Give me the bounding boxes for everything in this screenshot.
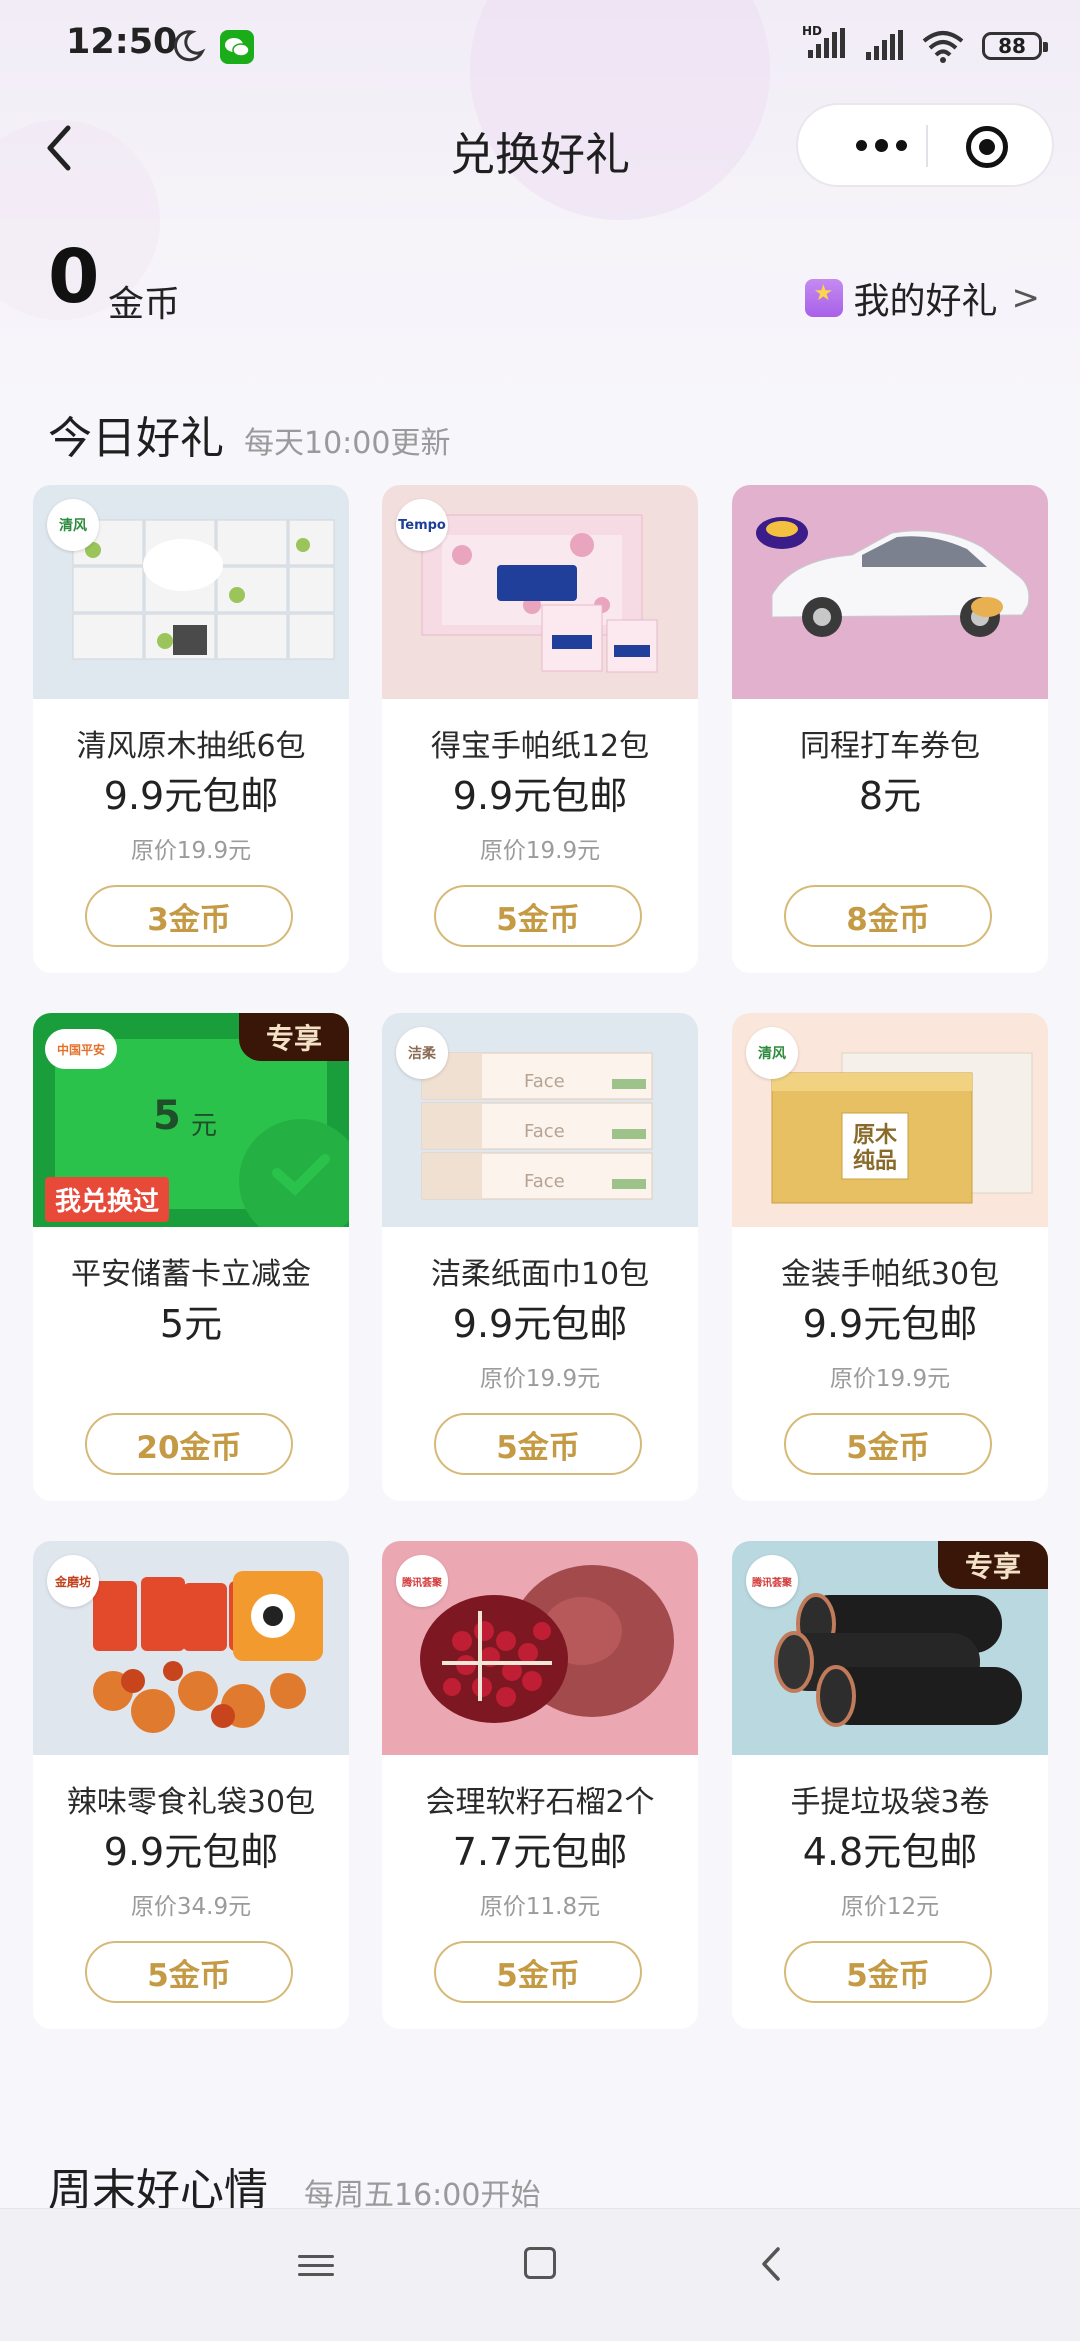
redeem-button[interactable]: 5金币: [434, 1941, 642, 2003]
gift-icon: [805, 279, 844, 317]
product-card[interactable]: Face Face Face 洁柔 洁柔纸面巾10包 9.9元包邮 原价19.9…: [382, 1013, 698, 1501]
package-label: Face: [524, 1121, 565, 1142]
product-price: 9.9元包邮: [103, 1830, 279, 1874]
product-name: 洁柔纸面巾10包: [430, 1257, 650, 1292]
product-name: 会理软籽石榴2个: [425, 1785, 655, 1820]
product-price: 4.8元包邮: [802, 1830, 978, 1874]
redeem-button[interactable]: 5金币: [85, 1941, 293, 2003]
system-nav-bar: [0, 2208, 1080, 2341]
original-price: 原价19.9元: [479, 838, 601, 864]
exclusive-badge: 专享: [938, 1541, 1048, 1589]
redeem-button[interactable]: 5金币: [784, 1941, 992, 2003]
brand-logo: 腾讯荟聚: [396, 1555, 448, 1607]
product-name: 手提垃圾袋3卷: [790, 1785, 990, 1820]
product-image: 清风: [33, 485, 349, 699]
battery-icon: 88: [982, 32, 1048, 60]
product-image: 腾讯荟聚: [382, 1541, 698, 1755]
package-label: Face: [524, 1071, 565, 1092]
product-price: 9.9元包邮: [452, 1302, 628, 1346]
original-price: 原价19.9元: [829, 1366, 951, 1392]
exclusive-badge: 专享: [239, 1013, 349, 1061]
product-card[interactable]: 腾讯荟聚 会理软籽石榴2个 7.7元包邮 原价11.8元 5金币: [382, 1541, 698, 2029]
brand-logo: 腾讯荟聚: [746, 1555, 798, 1607]
product-name: 金装手帕纸30包: [780, 1257, 1000, 1292]
product-image: 5 元 中国平安 我兑换过 专享: [33, 1013, 349, 1227]
product-name: 辣味零食礼袋30包: [66, 1785, 316, 1820]
product-image: Face Face Face 洁柔: [382, 1013, 698, 1227]
original-price: 原价34.9元: [130, 1894, 252, 1920]
brand-logo: 清风: [746, 1027, 798, 1079]
product-image: [732, 485, 1048, 699]
product-image: Tempo: [382, 485, 698, 699]
product-price: 9.9元包邮: [103, 774, 279, 818]
back-icon[interactable]: [752, 2239, 792, 2289]
product-card[interactable]: 腾讯荟聚 专享 手提垃圾袋3卷 4.8元包邮 原价12元 5金币: [732, 1541, 1048, 2029]
product-card[interactable]: 金磨坊 辣味零食礼袋30包 9.9元包邮 原价34.9元 5金币: [33, 1541, 349, 2029]
capsule-divider: [926, 125, 928, 167]
target-close-icon[interactable]: [966, 126, 1008, 168]
my-gifts-label: 我的好礼: [853, 281, 998, 322]
moon-icon: [173, 30, 206, 62]
product-card[interactable]: Tempo 得宝手帕纸12包 9.9元包邮 原价19.9元 5金币: [382, 485, 698, 973]
section-subtitle-today: 每天10:00更新: [244, 426, 451, 461]
voucher-amount: 5: [153, 1093, 181, 1139]
package-label: Face: [524, 1171, 565, 1192]
mini-program-capsule: [796, 103, 1054, 187]
product-image: 腾讯荟聚 专享: [732, 1541, 1048, 1755]
coins-unit: 金币: [108, 284, 181, 325]
package-label: 原木纯品: [852, 1123, 897, 1174]
redeem-button[interactable]: 5金币: [784, 1413, 992, 1475]
voucher-unit: 元: [191, 1111, 218, 1141]
status-time: 12:50: [66, 22, 178, 62]
product-image: 金磨坊: [33, 1541, 349, 1755]
signal-icon: HD: [802, 24, 848, 64]
product-name: 得宝手帕纸12包: [430, 729, 650, 764]
redeem-button[interactable]: 5金币: [434, 1413, 642, 1475]
chevron-right-icon: >: [1011, 278, 1041, 318]
brand-logo: 洁柔: [396, 1027, 448, 1079]
product-price: 9.9元包邮: [452, 774, 628, 818]
redeemed-tag: 我兑换过: [45, 1177, 170, 1222]
section-title-today: 今日好礼: [48, 413, 224, 464]
product-name: 清风原木抽纸6包: [76, 729, 306, 764]
original-price: 原价12元: [840, 1894, 940, 1920]
product-card[interactable]: 清风 清风原木抽纸6包 9.9元包邮 原价19.9元 3金币: [33, 485, 349, 973]
product-name: 同程打车券包: [800, 729, 980, 764]
wifi-icon: [922, 31, 964, 63]
signal-icon-2: [866, 30, 903, 60]
original-price: 原价11.8元: [479, 1894, 601, 1920]
more-dots-icon[interactable]: [836, 105, 926, 185]
redeem-button[interactable]: 3金币: [85, 885, 293, 947]
brand-logo: 金磨坊: [47, 1555, 99, 1607]
product-card[interactable]: 同程打车券包 8元 8金币: [732, 485, 1048, 973]
original-price: 原价19.9元: [479, 1366, 601, 1392]
product-price: 8元: [858, 774, 922, 818]
product-image: 原木纯品 清风: [732, 1013, 1048, 1227]
product-card[interactable]: 5 元 中国平安 我兑换过 专享 平安储蓄卡立减金 5元 20金币: [33, 1013, 349, 1501]
home-icon[interactable]: [524, 2247, 556, 2279]
brand-logo: Tempo: [396, 499, 448, 551]
my-gifts-link[interactable]: 我的好礼 >: [805, 272, 1040, 324]
coins-balance: 0: [48, 234, 100, 320]
battery-level: 88: [998, 34, 1026, 58]
menu-icon[interactable]: [298, 2249, 334, 2281]
brand-logo: 中国平安: [45, 1029, 117, 1069]
network-label: HD: [802, 24, 823, 38]
wechat-icon: [220, 30, 254, 64]
product-price: 9.9元包邮: [802, 1302, 978, 1346]
redeem-button[interactable]: 5金币: [434, 885, 642, 947]
redeem-button[interactable]: 20金币: [85, 1413, 293, 1475]
redeem-button[interactable]: 8金币: [784, 885, 992, 947]
status-bar: 12:50 HD 88: [0, 0, 1080, 96]
brand-logo: 清风: [47, 499, 99, 551]
product-card[interactable]: 原木纯品 清风 金装手帕纸30包 9.9元包邮 原价19.9元 5金币: [732, 1013, 1048, 1501]
product-price: 7.7元包邮: [452, 1830, 628, 1874]
original-price: 原价19.9元: [130, 838, 252, 864]
product-name: 平安储蓄卡立减金: [71, 1257, 311, 1292]
product-price: 5元: [159, 1302, 223, 1346]
